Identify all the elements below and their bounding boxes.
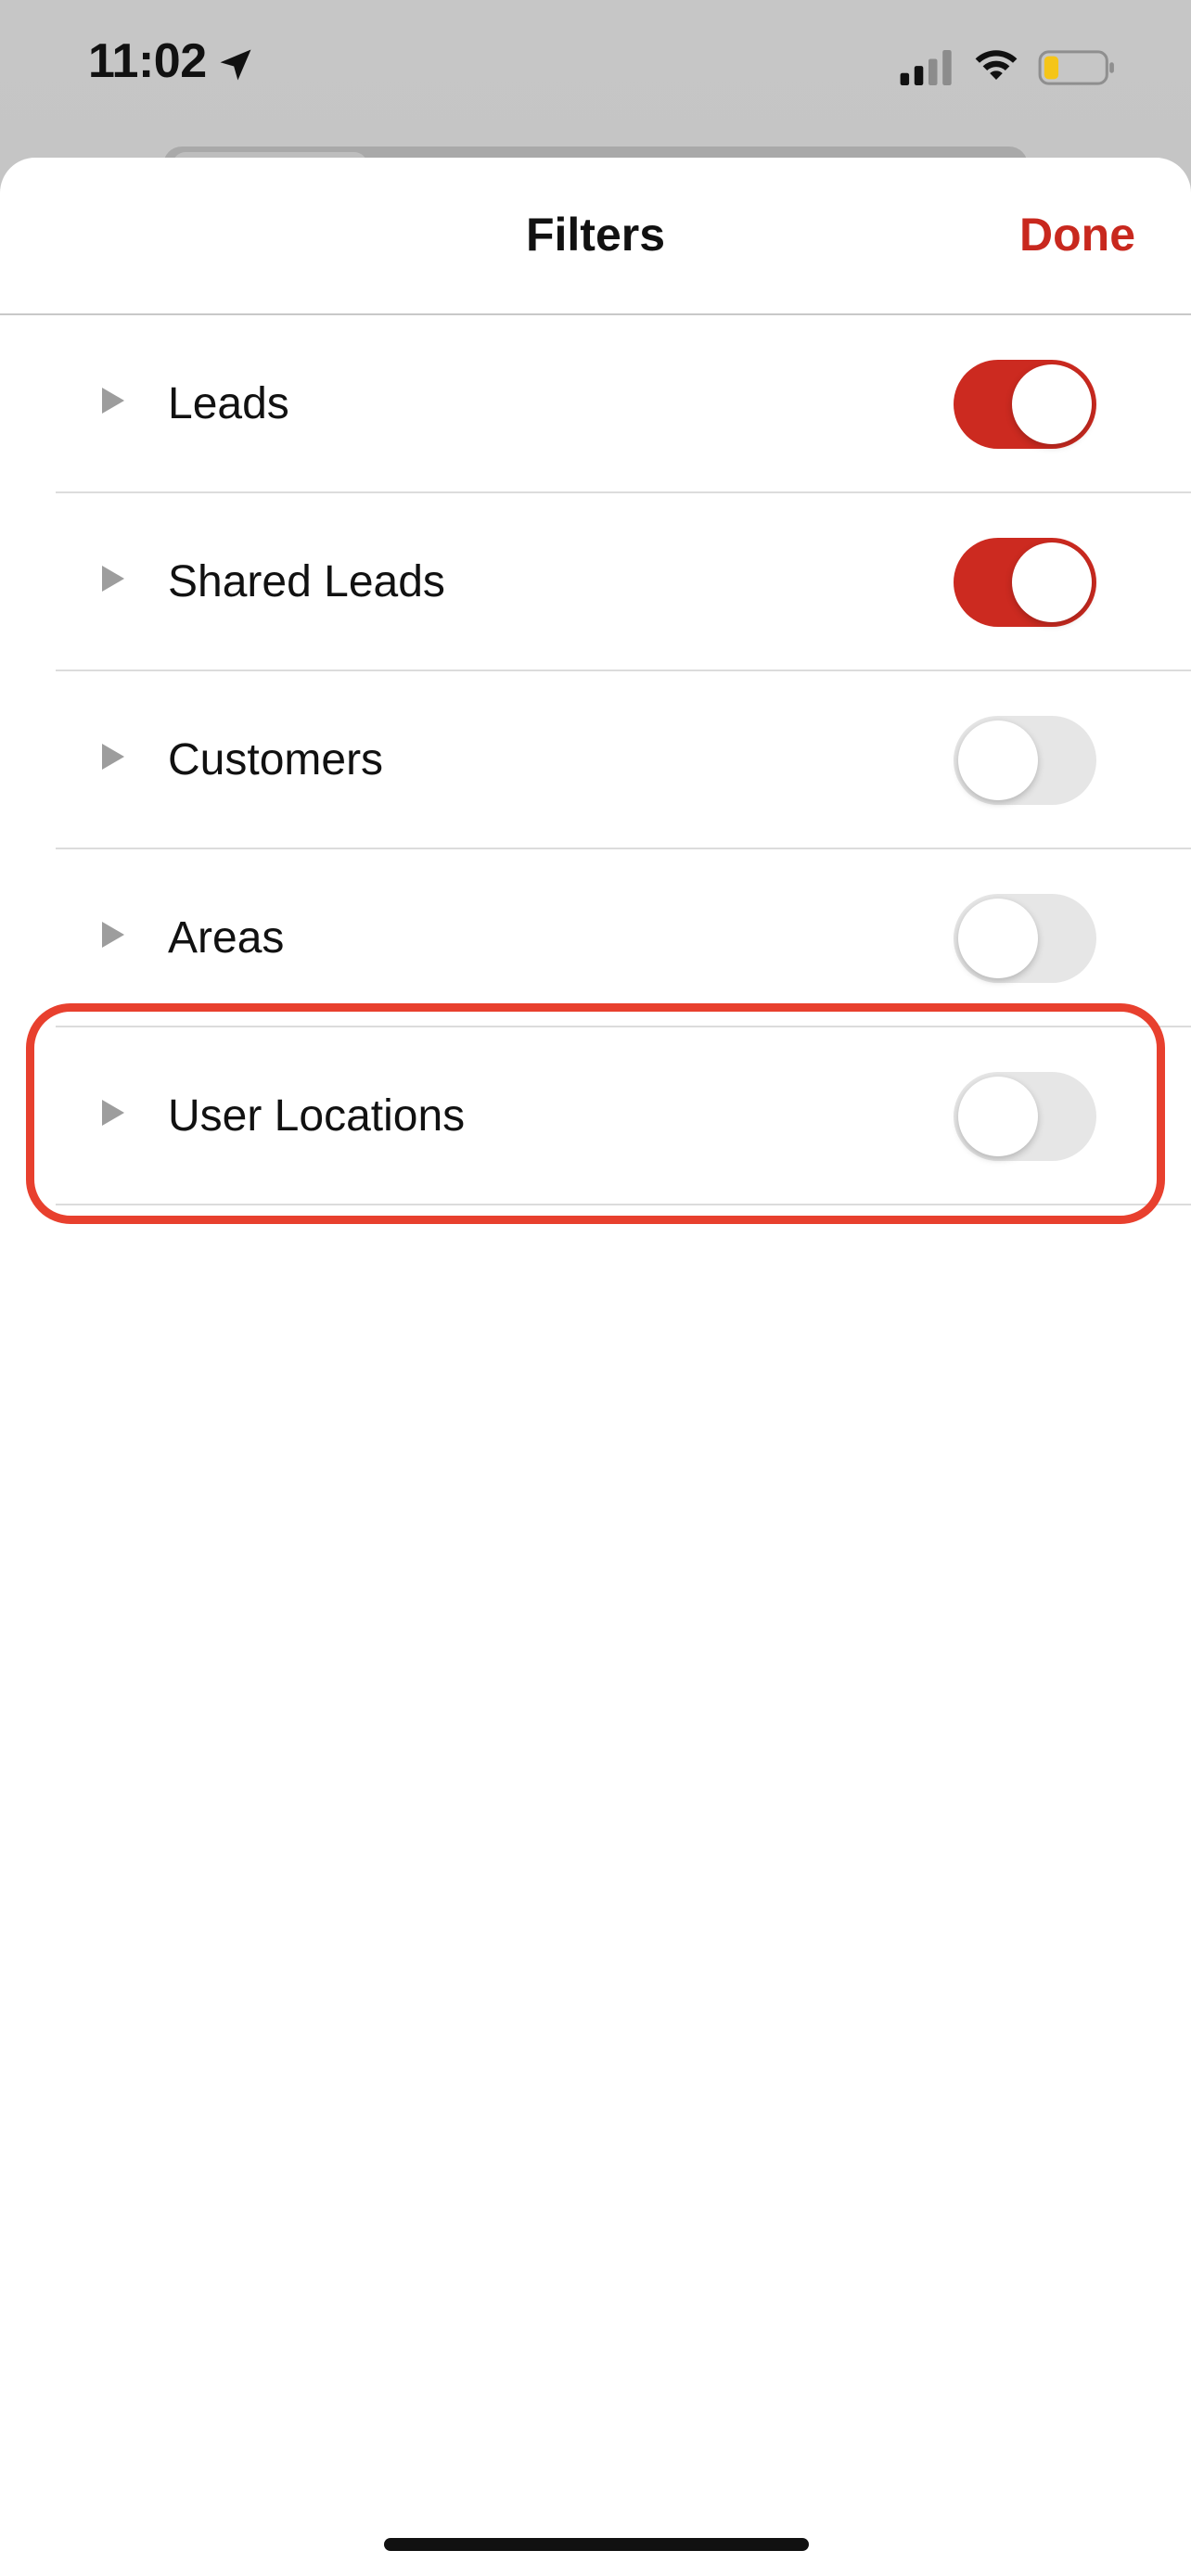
disclosure-triangle-icon[interactable] bbox=[102, 922, 124, 948]
sheet-header: Filters Done bbox=[0, 158, 1191, 315]
filter-row-shared-leads[interactable]: Shared Leads bbox=[0, 493, 1191, 671]
disclosure-triangle-icon[interactable] bbox=[102, 744, 124, 770]
location-arrow-icon bbox=[220, 49, 251, 81]
toggle-knob bbox=[958, 899, 1038, 978]
toggle-knob bbox=[958, 721, 1038, 800]
disclosure-triangle-icon[interactable] bbox=[102, 566, 124, 592]
filter-label-customers: Customers bbox=[168, 735, 384, 784]
filter-row-leads[interactable]: Leads bbox=[0, 315, 1191, 493]
filter-row-user-locations[interactable]: User Locations bbox=[0, 1027, 1191, 1205]
filter-row-customers[interactable]: Customers bbox=[0, 671, 1191, 849]
status-bar: 11:02 bbox=[0, 0, 1191, 139]
toggle-shared-leads[interactable] bbox=[954, 538, 1096, 627]
status-time: 11:02 bbox=[88, 34, 207, 88]
filter-label-shared-leads: Shared Leads bbox=[168, 557, 445, 606]
filter-label-user-locations: User Locations bbox=[168, 1091, 466, 1141]
filters-sheet: Filters Done Leads Shared Leads Customer… bbox=[0, 158, 1191, 2576]
toggle-areas[interactable] bbox=[954, 894, 1096, 983]
home-indicator bbox=[384, 2538, 809, 2551]
sheet-title: Filters bbox=[525, 209, 666, 261]
battery-icon bbox=[1038, 50, 1114, 85]
wifi-icon bbox=[975, 50, 1018, 80]
toggle-knob bbox=[1012, 364, 1092, 444]
toggle-user-locations[interactable] bbox=[954, 1072, 1096, 1161]
disclosure-triangle-icon[interactable] bbox=[102, 1100, 124, 1126]
filter-list: Leads Shared Leads Customers Areas User … bbox=[0, 315, 1191, 1205]
cellular-signal-icon bbox=[900, 50, 952, 85]
filter-row-areas[interactable]: Areas bbox=[0, 849, 1191, 1027]
toggle-customers[interactable] bbox=[954, 716, 1096, 805]
filter-label-leads: Leads bbox=[168, 379, 289, 428]
toggle-leads[interactable] bbox=[954, 360, 1096, 449]
filter-label-areas: Areas bbox=[168, 913, 285, 963]
toggle-knob bbox=[1012, 542, 1092, 622]
disclosure-triangle-icon[interactable] bbox=[102, 388, 124, 414]
toggle-knob bbox=[958, 1077, 1038, 1156]
done-button[interactable]: Done bbox=[1019, 208, 1135, 261]
